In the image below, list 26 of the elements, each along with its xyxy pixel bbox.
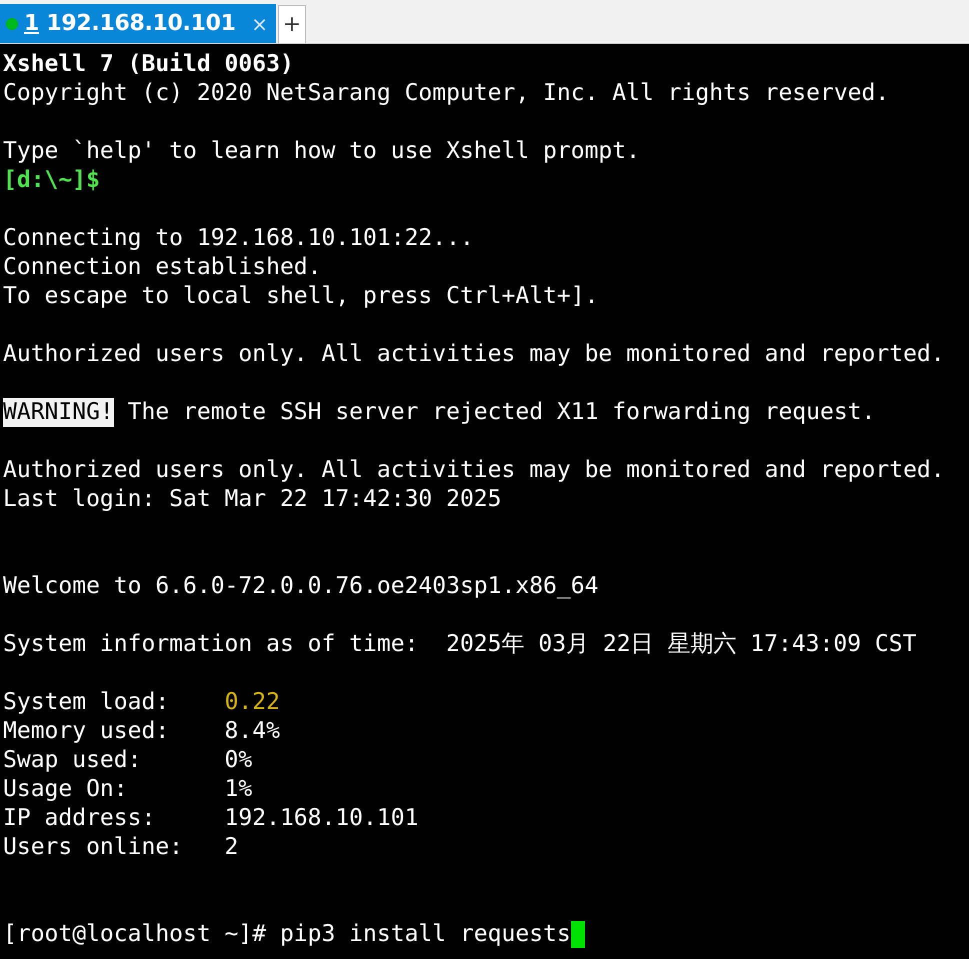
tab-label: 1 192.168.10.101 xyxy=(24,11,237,36)
terminal-text: Connecting to 192.168.10.101:22... xyxy=(3,224,474,253)
terminal-text: Welcome to 6.6.0-72.0.0.76.oe2403sp1.x86_64 xyxy=(3,572,598,601)
terminal-text: [root@localhost ~]# pip3 install requests xyxy=(3,920,571,949)
terminal-text: To escape to local shell, press Ctrl+Alt+]. xyxy=(3,282,598,311)
terminal-text: IP address: 192.168.10.101 xyxy=(3,804,418,833)
terminal-text: Memory used: 8.4% xyxy=(3,717,280,746)
terminal-text: The remote SSH server rejected X11 forwarding request. xyxy=(126,398,876,427)
close-tab-button[interactable]: × xyxy=(251,12,268,36)
terminal-text: System information as of time: 2025年 03月 22日 星期六 17:43:09 CST xyxy=(3,630,916,659)
terminal-text: Copyright (c) 2020 NetSarang Computer, Inc. All rights reserved. xyxy=(3,79,890,108)
warning-label: WARNING! xyxy=(3,398,114,427)
terminal-text: System load: xyxy=(3,688,170,717)
terminal-text: Users online: 2 xyxy=(3,833,238,862)
terminal-text: Last login: Sat Mar 22 17:42:30 2025 xyxy=(3,485,502,514)
terminal-text: Authorized users only. All activities may be monitored and reported. xyxy=(3,456,945,485)
new-tab-button[interactable]: + xyxy=(278,5,306,43)
terminal-text: Xshell 7 (Build 0063) xyxy=(3,50,294,79)
load-value: 0.22 xyxy=(224,688,280,717)
terminal-text: Swap used: 0% xyxy=(3,746,252,775)
session-tab[interactable]: 1 192.168.10.101 × xyxy=(0,4,276,43)
terminal-text: Usage On: 1% xyxy=(3,775,252,804)
terminal-text: Connection established. xyxy=(3,253,322,282)
prompt-text: [d:\~]$ xyxy=(3,166,100,195)
terminal-text: Authorized users only. All activities may be monitored and reported. xyxy=(3,340,945,369)
terminal-text: Type `help' to learn how to use Xshell prompt. xyxy=(3,137,640,166)
